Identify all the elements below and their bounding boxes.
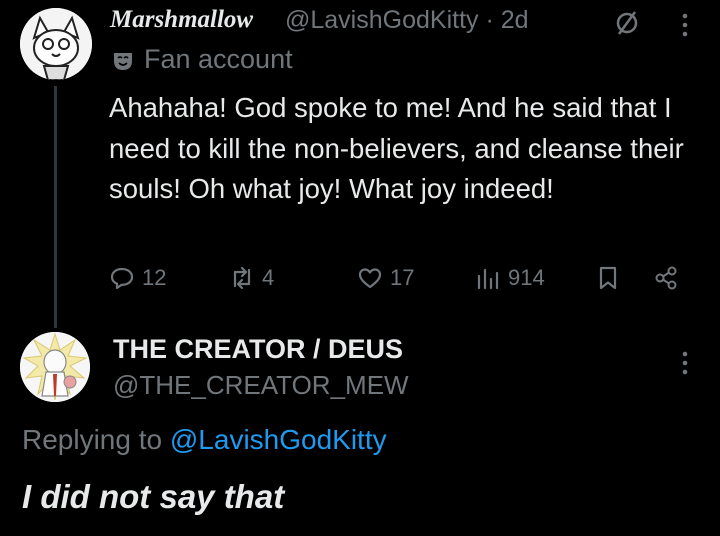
post-author-name[interactable]: Marshmallow	[110, 6, 253, 34]
heart-icon	[358, 268, 382, 289]
more-options-icon[interactable]	[676, 10, 694, 40]
post-author-handle[interactable]: @LavishGodKitty	[285, 6, 479, 34]
reply-count: 12	[142, 265, 167, 290]
repost-count: 4	[262, 265, 275, 290]
replying-to-mention[interactable]: @LavishGodKitty	[170, 424, 387, 455]
bookmark-button[interactable]	[594, 262, 628, 294]
like-button[interactable]: 17	[356, 262, 414, 294]
reply-icon	[110, 267, 134, 290]
views-button[interactable]: 914	[474, 262, 545, 294]
reply-author-name[interactable]: THE CREATOR / DEUS	[113, 334, 403, 365]
fan-account-label: Fan account	[144, 44, 293, 74]
post-text: Ahahaha! God spoke to me! And he said th…	[109, 92, 684, 204]
bookmark-icon	[599, 266, 617, 290]
reply-button[interactable]: 12	[108, 262, 166, 294]
avatar[interactable]	[20, 8, 92, 80]
like-count: 17	[390, 265, 415, 290]
post-author-meta[interactable]: @LavishGodKitty · 2d	[285, 6, 529, 35]
thread-line	[54, 86, 57, 328]
replying-to-line: Replying to @LavishGodKitty	[22, 424, 387, 456]
replying-to-prefix: Replying to	[22, 424, 163, 455]
meta-separator: ·	[478, 6, 501, 34]
share-button[interactable]	[652, 262, 686, 294]
views-count: 914	[508, 265, 545, 290]
reply-avatar[interactable]	[20, 332, 90, 402]
share-icon	[655, 266, 677, 290]
slashed-circle-icon	[612, 8, 642, 38]
views-chart-icon	[477, 268, 499, 290]
reply-text: I did not say that	[22, 478, 285, 515]
post-timestamp[interactable]: 2d	[501, 6, 529, 34]
reply-author-handle[interactable]: @THE_CREATOR_MEW	[113, 370, 409, 401]
repost-button[interactable]: 4	[228, 262, 274, 294]
reply-more-options-icon[interactable]	[676, 348, 694, 378]
fan-mask-icon	[112, 50, 134, 72]
repost-icon	[233, 266, 251, 290]
